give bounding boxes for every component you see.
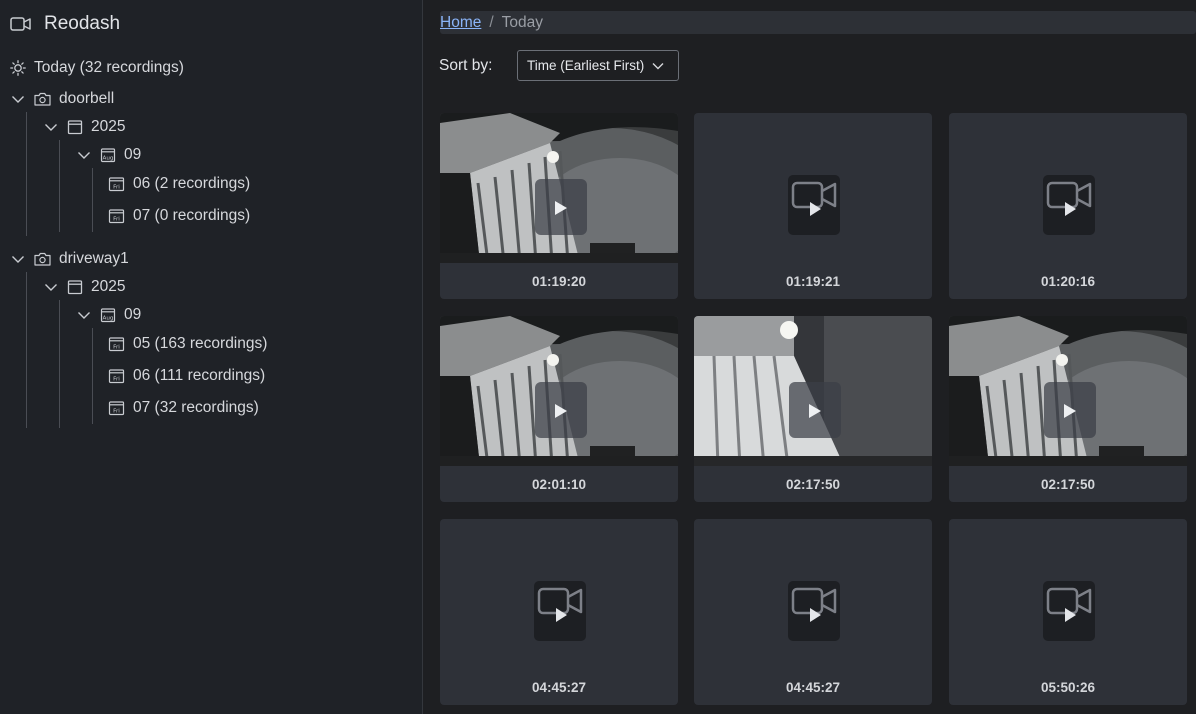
recording-time-label: 01:19:21 bbox=[785, 274, 841, 289]
tree-camera-doorbell[interactable]: doorbell bbox=[11, 88, 114, 110]
svg-text:Fri: Fri bbox=[113, 184, 120, 190]
tree-label: 06 (111 recordings) bbox=[133, 367, 266, 384]
chevron-down-icon bbox=[652, 63, 664, 70]
tree-year[interactable]: 2025 bbox=[44, 276, 125, 298]
chevron-down-icon[interactable] bbox=[44, 120, 58, 134]
sort-select[interactable]: Time (Earliest First) bbox=[517, 50, 679, 81]
svg-text:Aug: Aug bbox=[103, 155, 114, 161]
breadcrumb: Home / Today bbox=[440, 11, 1196, 34]
tree-guide-line bbox=[92, 168, 93, 232]
chevron-down-icon[interactable] bbox=[44, 280, 58, 294]
recording-card[interactable]: 04:45:27 bbox=[694, 519, 932, 705]
video-placeholder-icon bbox=[788, 581, 840, 641]
tree-label: 2025 bbox=[91, 278, 126, 295]
recording-card[interactable]: 02:01:10 bbox=[440, 316, 678, 502]
recording-time-label: 05:50:26 bbox=[1040, 680, 1096, 695]
tree-guide-line bbox=[26, 272, 27, 428]
tree-guide-line bbox=[59, 140, 60, 232]
camera-icon bbox=[34, 92, 51, 106]
chevron-down-icon[interactable] bbox=[77, 148, 91, 162]
app-title: Reodash bbox=[44, 13, 121, 34]
tree-label: 06 (2 recordings) bbox=[133, 175, 251, 192]
sort-label: Sort by: bbox=[439, 57, 493, 74]
recording-card[interactable]: 01:19:20 bbox=[440, 113, 678, 299]
tree-year[interactable]: 2025 bbox=[44, 116, 125, 138]
main-content: Home / Today Sort by: Time (Earliest Fir… bbox=[424, 0, 1196, 714]
recording-card[interactable]: 02:17:50 bbox=[694, 316, 932, 502]
calendar-day-icon: Fri bbox=[108, 369, 125, 384]
video-placeholder-icon bbox=[1043, 581, 1095, 641]
play-icon bbox=[809, 404, 821, 418]
breadcrumb-separator: / bbox=[489, 13, 494, 31]
camera-icon bbox=[34, 252, 51, 266]
recording-time-label: 02:17:50 bbox=[785, 477, 841, 492]
recording-time-label: 02:01:10 bbox=[531, 477, 587, 492]
svg-text:Fri: Fri bbox=[113, 376, 120, 382]
svg-text:Fri: Fri bbox=[113, 344, 120, 350]
breadcrumb-current: Today bbox=[501, 13, 544, 31]
tree-guide-line bbox=[92, 328, 93, 424]
recording-card[interactable]: 04:45:27 bbox=[440, 519, 678, 705]
tree-month[interactable]: Aug 09 bbox=[77, 144, 141, 166]
recording-time-label: 01:19:20 bbox=[531, 274, 587, 289]
svg-text:Aug: Aug bbox=[103, 315, 114, 321]
sort-select-value: Time (Earliest First) bbox=[527, 58, 645, 73]
calendar-day-icon: Fri bbox=[108, 209, 125, 224]
recording-time-label: 04:45:27 bbox=[531, 680, 587, 695]
calendar-icon bbox=[67, 120, 83, 135]
recording-time-label: 01:20:16 bbox=[1040, 274, 1096, 289]
calendar-day-icon: Fri bbox=[108, 177, 125, 192]
video-placeholder-icon bbox=[788, 175, 840, 235]
tree-day[interactable]: Fri 06 (111 recordings) bbox=[108, 365, 265, 387]
chevron-down-icon[interactable] bbox=[11, 92, 25, 106]
recording-card[interactable]: 05:50:26 bbox=[949, 519, 1187, 705]
sun-icon bbox=[10, 60, 26, 76]
recording-time-label: 02:17:50 bbox=[1040, 477, 1096, 492]
tree-label: 09 bbox=[124, 146, 142, 163]
tree-label: driveway1 bbox=[59, 250, 129, 267]
calendar-day-icon: Fri bbox=[108, 337, 125, 352]
tree-label: 07 (0 recordings) bbox=[133, 207, 251, 224]
recording-time-label: 04:45:27 bbox=[785, 680, 841, 695]
video-camera-icon bbox=[10, 17, 31, 31]
tree-camera-driveway1[interactable]: driveway1 bbox=[11, 248, 129, 270]
breadcrumb-home-link[interactable]: Home bbox=[440, 14, 481, 32]
chevron-down-icon[interactable] bbox=[77, 308, 91, 322]
tree-day[interactable]: Fri 06 (2 recordings) bbox=[108, 173, 250, 195]
calendar-month-icon: Aug bbox=[100, 148, 116, 163]
recording-card[interactable]: 02:17:50 bbox=[949, 316, 1187, 502]
brand[interactable]: Reodash bbox=[10, 11, 120, 37]
calendar-month-icon: Aug bbox=[100, 308, 116, 323]
sidebar: Reodash Today (32 recordings) doorbell 2… bbox=[0, 0, 423, 714]
video-placeholder-icon bbox=[1043, 175, 1095, 235]
recording-card[interactable]: 01:19:21 bbox=[694, 113, 932, 299]
play-icon bbox=[555, 201, 567, 215]
tree-guide-line bbox=[26, 112, 27, 236]
play-icon bbox=[1064, 404, 1076, 418]
chevron-down-icon[interactable] bbox=[11, 252, 25, 266]
tree-day[interactable]: Fri 07 (0 recordings) bbox=[108, 205, 250, 227]
tree-label: doorbell bbox=[59, 90, 115, 107]
tree-label: 2025 bbox=[91, 118, 126, 135]
video-placeholder-icon bbox=[534, 581, 586, 641]
calendar-day-icon: Fri bbox=[108, 401, 125, 416]
tree-day[interactable]: Fri 05 (163 recordings) bbox=[108, 333, 267, 355]
tree-guide-line bbox=[59, 300, 60, 428]
tree-label: 05 (163 recordings) bbox=[133, 335, 268, 352]
calendar-icon bbox=[67, 280, 83, 295]
sidebar-item-label: Today (32 recordings) bbox=[34, 59, 184, 76]
svg-text:Fri: Fri bbox=[113, 216, 120, 222]
play-icon bbox=[555, 404, 567, 418]
recording-card[interactable]: 01:20:16 bbox=[949, 113, 1187, 299]
sidebar-item-today[interactable]: Today (32 recordings) bbox=[10, 57, 184, 79]
svg-text:Fri: Fri bbox=[113, 408, 120, 414]
tree-month[interactable]: Aug 09 bbox=[77, 304, 141, 326]
tree-day[interactable]: Fri 07 (32 recordings) bbox=[108, 397, 259, 419]
tree-label: 07 (32 recordings) bbox=[133, 399, 259, 416]
tree-label: 09 bbox=[124, 306, 142, 323]
